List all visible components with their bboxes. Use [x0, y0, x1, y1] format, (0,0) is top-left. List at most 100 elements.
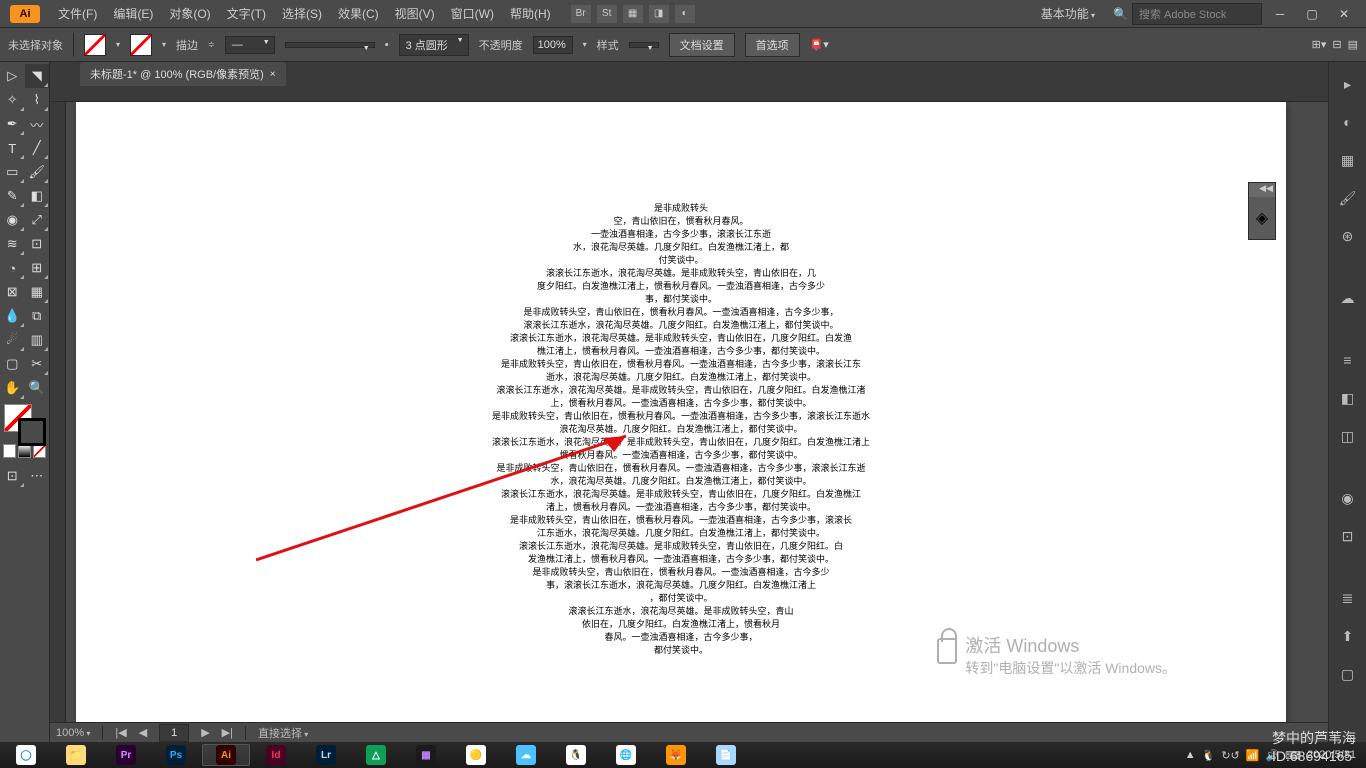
current-tool-label[interactable]: 直接选择	[258, 725, 308, 741]
direct-selection-tool[interactable]: ◥	[25, 64, 50, 88]
scale-tool[interactable]: ⤢	[25, 208, 50, 232]
artboards-panel-icon[interactable]: ▢	[1336, 662, 1360, 686]
bridge-icon[interactable]: Br	[571, 5, 591, 23]
doc-tab[interactable]: 未标题-1* @ 100% (RGB/像素预览) ×	[80, 62, 286, 86]
taskbar-illustrator[interactable]: Ai	[202, 744, 250, 766]
artboard[interactable]: 是非成败转头空，青山依旧在，惯看秋月春风。一壶浊酒喜相逢，古今多少事，滚滚长江东…	[76, 102, 1286, 722]
artboard-nav-prev[interactable]: ◀	[139, 726, 147, 739]
graph-tool[interactable]: ▥	[25, 328, 50, 352]
slice-tool[interactable]: ✂	[25, 352, 50, 376]
perspective-tool[interactable]: ⊞	[25, 256, 50, 280]
mesh-tool[interactable]: ⊠	[0, 280, 25, 304]
symbols-panel-icon[interactable]: ⊛	[1336, 224, 1360, 248]
stroke-weight[interactable]: —	[225, 36, 275, 54]
screen-mode-tool[interactable]: ⊡	[0, 464, 25, 488]
gradient-panel-icon[interactable]: ◧	[1336, 386, 1360, 410]
taskbar-qq[interactable]: 🐧	[552, 744, 600, 766]
taskbar-firefox[interactable]: 🦊	[652, 744, 700, 766]
zoom-tool[interactable]: 🔍	[25, 376, 50, 400]
rectangle-tool[interactable]: ▭	[0, 160, 25, 184]
taskbar-encoder[interactable]: ▦	[402, 744, 450, 766]
symbol-sprayer-tool[interactable]: ☄	[0, 328, 25, 352]
artboard-tool[interactable]: ▢	[0, 352, 25, 376]
free-transform-tool[interactable]: ⊡	[25, 232, 50, 256]
tray-ime-icon[interactable]: ⌨	[1285, 749, 1301, 762]
taskbar-drive[interactable]: △	[352, 744, 400, 766]
menu-object[interactable]: 对象(O)	[161, 5, 218, 22]
lasso-tool[interactable]: ⌇	[25, 88, 50, 112]
menu-edit[interactable]: 编辑(E)	[105, 5, 161, 22]
window-restore[interactable]: ▢	[1298, 5, 1326, 23]
system-tray[interactable]: ▲ 🐧 ↻↺ 📶 🔊 ⌨ 2020/5/31	[1185, 749, 1364, 762]
window-close[interactable]: ✕	[1330, 5, 1358, 23]
color-mode-none[interactable]	[33, 444, 46, 458]
cloud-icon[interactable]: ◐	[675, 5, 695, 23]
brush-def[interactable]: 3 点圆形	[399, 34, 469, 56]
tray-volume-icon[interactable]: 🔊	[1265, 749, 1279, 762]
selection-tool[interactable]: ▷	[0, 64, 25, 88]
align-icon[interactable]: ⊞▾	[1312, 38, 1327, 51]
tab-close-icon[interactable]: ×	[270, 69, 276, 80]
taskbar-explorer[interactable]: 📁	[52, 744, 100, 766]
stroke-profile[interactable]	[285, 42, 375, 48]
opacity-input[interactable]: 100%	[533, 36, 573, 54]
artboard-nav-last[interactable]: ▶|	[222, 726, 233, 739]
tray-qq-icon[interactable]: 🐧	[1202, 749, 1216, 762]
hand-tool[interactable]: ✋	[0, 376, 25, 400]
area-type-object[interactable]: 是非成败转头空，青山依旧在，惯看秋月春风。一壶浊酒喜相逢，古今多少事，滚滚长江东…	[441, 202, 921, 657]
swatches-panel-icon[interactable]: ▦	[1336, 148, 1360, 172]
magic-wand-tool[interactable]: ✧	[0, 88, 25, 112]
zoom-level[interactable]: 100%	[56, 727, 90, 739]
artboard-nav-first[interactable]: |◀	[115, 726, 126, 739]
menu-window[interactable]: 窗口(W)	[443, 5, 502, 22]
taskbar-lightroom[interactable]: Lr	[302, 744, 350, 766]
layers-panel-icon[interactable]: ≣	[1336, 586, 1360, 610]
artboard-number[interactable]: 1	[159, 724, 189, 742]
search-input[interactable]: 搜索 Adobe Stock	[1132, 3, 1262, 25]
color-picker[interactable]	[0, 400, 49, 444]
navigator-panel-collapsed[interactable]: ◀◀ ◈	[1248, 182, 1276, 240]
recolor-icon[interactable]: 📮▾	[810, 38, 829, 51]
graphic-style[interactable]	[629, 42, 659, 48]
taskbar-indesign[interactable]: Id	[252, 744, 300, 766]
menu-select[interactable]: 选择(S)	[274, 5, 330, 22]
artboard-nav-next[interactable]: ▶	[201, 726, 209, 739]
asset-export-icon[interactable]: ⬆	[1336, 624, 1360, 648]
eraser-tool[interactable]: ◧	[25, 184, 50, 208]
preferences-button[interactable]: 首选项	[745, 33, 800, 57]
transform-icon[interactable]: ⊟	[1332, 38, 1341, 51]
document-setup-button[interactable]: 文档设置	[669, 33, 735, 57]
panel-menu-icon[interactable]: ▤	[1348, 38, 1358, 51]
menu-effect[interactable]: 效果(C)	[330, 5, 387, 22]
menu-view[interactable]: 视图(V)	[387, 5, 443, 22]
taskbar-notes[interactable]: 📄	[702, 744, 750, 766]
stock-icon[interactable]: St	[597, 5, 617, 23]
gpu-icon[interactable]: ◨	[649, 5, 669, 23]
shaper-tool[interactable]: ✎	[0, 184, 25, 208]
graphic-styles-icon[interactable]: ⊡	[1336, 524, 1360, 548]
stroke-color-icon[interactable]	[18, 418, 46, 446]
taskbar-chrome[interactable]: 🌐	[602, 744, 650, 766]
eyedropper-tool[interactable]: 💧	[0, 304, 25, 328]
width-tool[interactable]: ≋	[0, 232, 25, 256]
workspace-switcher[interactable]: 基本功能	[1033, 3, 1103, 24]
tray-expand-icon[interactable]: ▲	[1185, 749, 1196, 761]
stroke-swatch[interactable]	[130, 34, 152, 56]
color-panel-icon[interactable]: ◐	[1336, 110, 1360, 134]
properties-panel-icon[interactable]: ▸	[1336, 72, 1360, 96]
taskbar-app1[interactable]: 🟡	[452, 744, 500, 766]
tray-date[interactable]: 2020/5/31	[1307, 749, 1356, 761]
blend-tool[interactable]: ⧉	[25, 304, 50, 328]
navigator-icon[interactable]: ◈	[1249, 197, 1275, 239]
paintbrush-tool[interactable]: 🖌	[25, 160, 50, 184]
menu-file[interactable]: 文件(F)	[50, 5, 105, 22]
cc-libraries-icon[interactable]: ☁	[1336, 286, 1360, 310]
arrange-icon[interactable]: ▦	[623, 5, 643, 23]
fill-swatch[interactable]	[84, 34, 106, 56]
transparency-panel-icon[interactable]: ◫	[1336, 424, 1360, 448]
taskbar-premiere[interactable]: Pr	[102, 744, 150, 766]
canvas-viewport[interactable]: 是非成败转头空，青山依旧在，惯看秋月春风。一壶浊酒喜相逢，古今多少事，滚滚长江东…	[50, 86, 1328, 722]
taskbar-browser[interactable]: ◯	[2, 744, 50, 766]
menu-help[interactable]: 帮助(H)	[502, 5, 559, 22]
navigator-collapse-icon[interactable]: ◀◀	[1249, 183, 1275, 197]
